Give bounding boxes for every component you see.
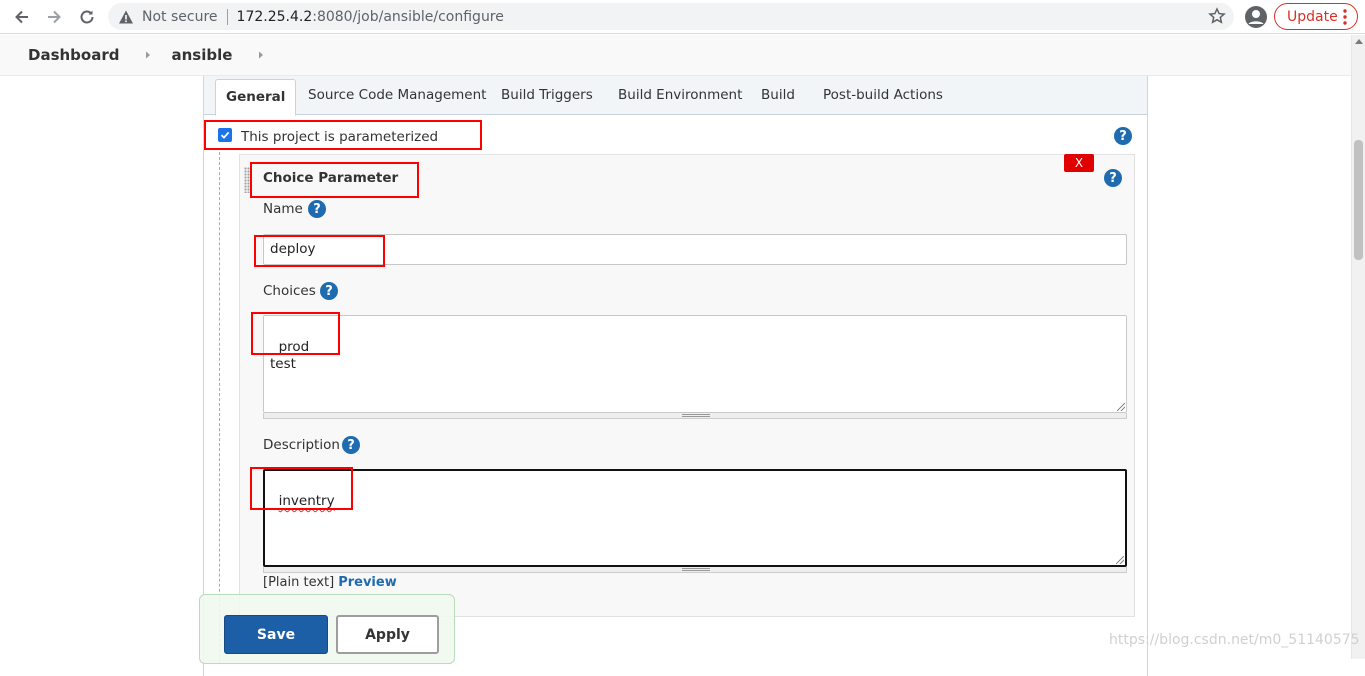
update-button[interactable]: Update [1274,3,1358,30]
delete-parameter-button[interactable]: X [1064,154,1094,172]
scroll-thumb[interactable] [1354,140,1363,260]
choices-label: Choices [263,283,316,299]
chevron-right-icon[interactable] [256,50,266,60]
address-bar[interactable]: Not secure 172.25.4.2:8080/job/ansible/c… [108,3,1234,30]
help-icon[interactable]: ? [320,282,338,300]
scroll-up-arrow-icon[interactable] [1355,39,1363,44]
resize-grip-icon[interactable] [1116,556,1124,564]
page-scrollbar[interactable] [1351,35,1365,659]
profile-avatar-icon[interactable] [1244,5,1268,29]
tab-build-environment[interactable]: Build Environment [618,87,742,103]
parameterized-label[interactable]: This project is parameterized [241,129,438,145]
breadcrumb-dashboard[interactable]: Dashboard [28,46,119,64]
help-icon[interactable]: ? [342,436,360,454]
update-label: Update [1287,8,1338,25]
config-tabbar: General Source Code Management Build Tri… [204,76,1147,116]
bookmark-star-icon[interactable] [1208,7,1226,25]
url-host: 172.25.4.2 [236,8,313,25]
breadcrumb-ansible[interactable]: ansible [171,46,232,64]
tab-build[interactable]: Build [761,87,795,103]
back-arrow-icon[interactable] [10,5,34,29]
choices-textarea[interactable]: prod test [263,315,1127,413]
chevron-right-icon[interactable] [143,50,153,60]
apply-button[interactable]: Apply [336,615,439,654]
address-separator [226,8,228,25]
tab-post-build-actions[interactable]: Post-build Actions [823,87,943,103]
name-label: Name [263,201,303,217]
breadcrumb: Dashboard ansible [0,35,1351,76]
tab-source-code-management[interactable]: Source Code Management [308,87,486,103]
description-expander[interactable] [263,567,1127,573]
section-guide-line [219,152,220,662]
parameter-title: Choice Parameter [263,170,399,186]
tab-build-triggers[interactable]: Build Triggers [501,87,593,103]
parameterized-checkbox[interactable] [218,128,232,142]
description-label: Description [263,437,340,453]
format-row: [Plain text] Preview [263,575,397,590]
resize-grip-icon[interactable] [1117,403,1125,411]
security-label: Not secure [142,8,218,25]
watermark: https://blog.csdn.net/m0_51140575 [1109,632,1360,648]
format-label: [Plain text] [263,575,335,590]
tab-general[interactable]: General [215,79,297,116]
save-button[interactable]: Save [224,615,328,654]
help-icon[interactable]: ? [308,200,326,218]
choices-expander[interactable] [263,413,1127,419]
preview-link[interactable]: Preview [338,575,397,590]
browser-toolbar: Not secure 172.25.4.2:8080/job/ansible/c… [0,0,1365,34]
name-input[interactable]: deploy [263,234,1127,265]
more-vert-icon [1343,9,1347,25]
checkmark-icon [220,131,230,139]
help-icon[interactable]: ? [1104,169,1122,187]
choices-value: prod test [270,339,310,372]
drag-handle-icon[interactable] [244,167,250,193]
warning-icon [119,10,133,23]
description-value: inventry [278,493,335,509]
reload-icon[interactable] [75,5,99,29]
description-textarea[interactable]: inventry [263,469,1127,567]
forward-arrow-icon[interactable] [42,5,66,29]
url-path: :8080/job/ansible/configure [312,8,504,25]
help-icon[interactable]: ? [1114,127,1132,145]
